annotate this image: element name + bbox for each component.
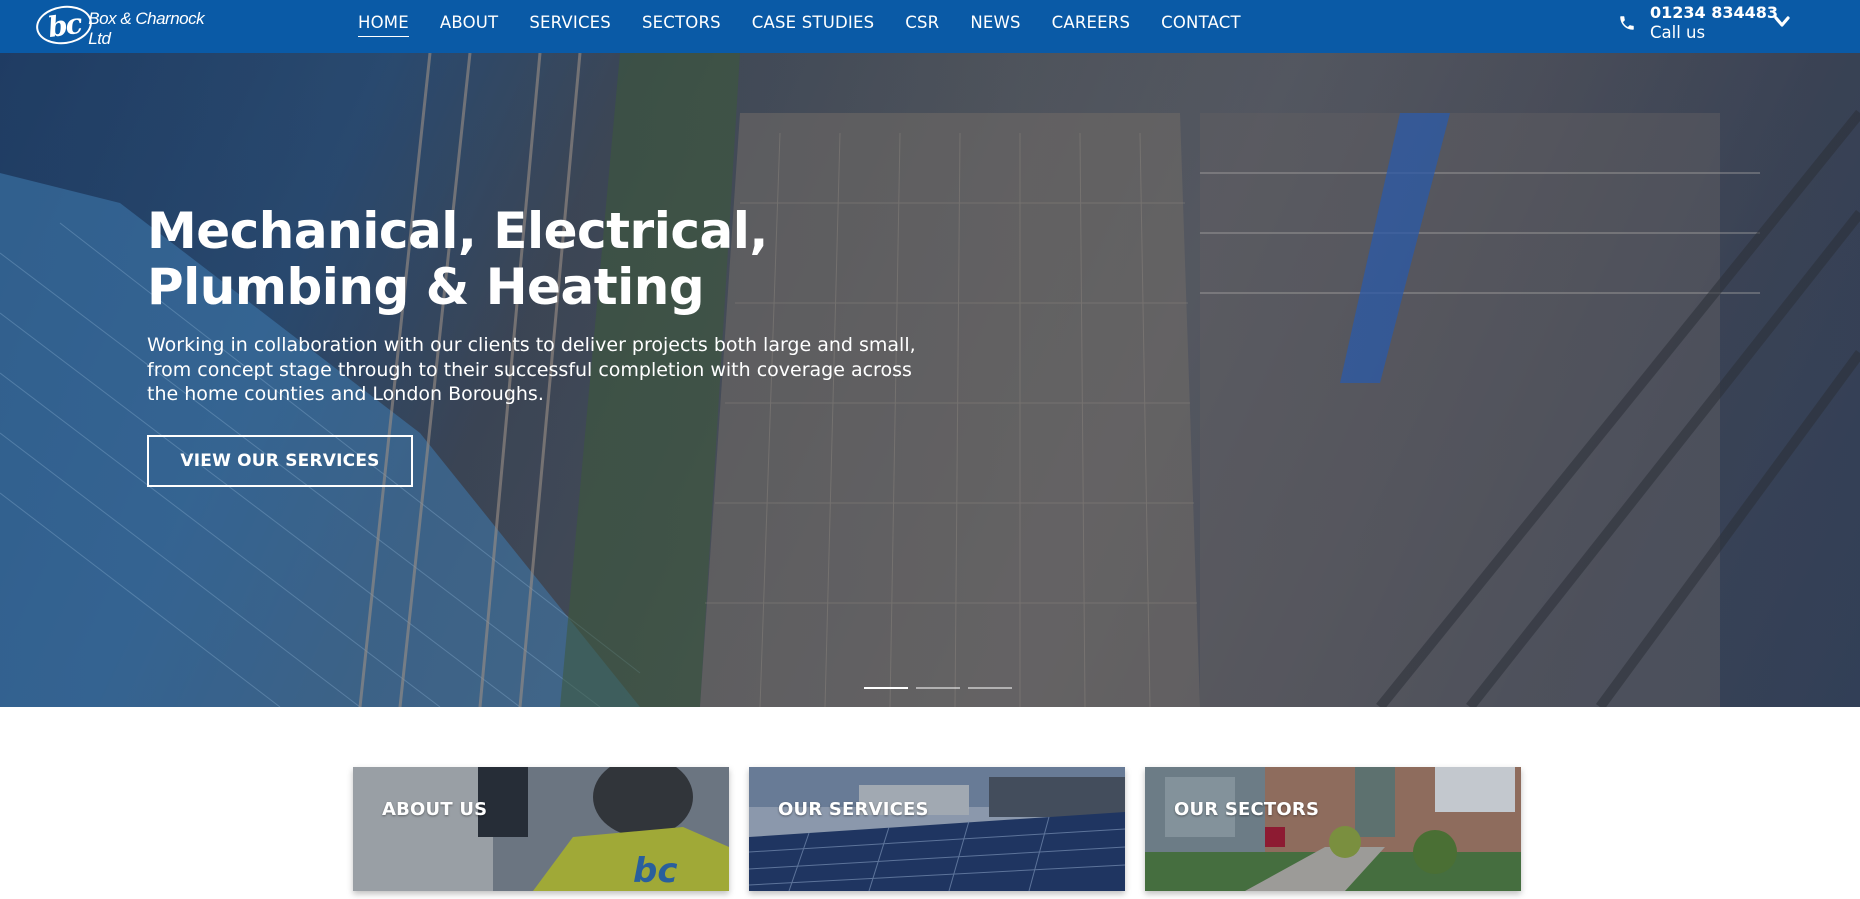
hero-title-line-2: Plumbing & Heating (147, 258, 705, 316)
main-nav: HOME ABOUT SERVICES SECTORS CASE STUDIES… (358, 0, 1272, 45)
card-our-services-image (749, 767, 1125, 891)
hero-banner: Mechanical, Electrical, Plumbing & Heati… (0, 53, 1860, 707)
nav-item-news[interactable]: NEWS (970, 13, 1020, 32)
company-logo[interactable]: bc Box & Charnock Ltd (33, 2, 226, 48)
nav-item-csr[interactable]: CSR (905, 13, 939, 32)
hero-subtitle: Working in collaboration with our client… (147, 333, 947, 407)
view-our-services-button[interactable]: VIEW OUR SERVICES (147, 435, 413, 487)
card-our-services[interactable]: OUR SERVICES (749, 767, 1125, 891)
nav-item-home[interactable]: HOME (358, 13, 409, 37)
chevron-down-icon[interactable] (1774, 15, 1790, 29)
logo-text: Box & Charnock Ltd (88, 9, 205, 48)
phone-label: Call us (1650, 23, 1706, 42)
hero-subtitle-line-1: Working in collaboration with our client… (147, 334, 916, 356)
card-our-sectors-image (1145, 767, 1521, 891)
nav-item-careers[interactable]: CAREERS (1052, 13, 1130, 32)
nav-item-about[interactable]: ABOUT (440, 13, 498, 32)
phone-icon (1620, 16, 1634, 30)
phone-contact[interactable]: 01234 834483 Call us (1618, 3, 1778, 43)
site-header: bc Box & Charnock Ltd HOME ABOUT SERVICE… (0, 0, 1860, 53)
phone-number: 01234 834483 (1650, 3, 1779, 22)
nav-item-sectors[interactable]: SECTORS (642, 13, 721, 32)
card-our-services-label: OUR SERVICES (778, 799, 929, 820)
hero-subtitle-line-3: the home counties and London Boroughs. (147, 383, 544, 405)
nav-item-contact[interactable]: CONTACT (1161, 13, 1241, 32)
card-about-us[interactable]: bc ABOUT US (353, 767, 729, 891)
card-about-us-image: bc (353, 767, 729, 891)
slider-dot-1[interactable] (864, 687, 908, 689)
slider-pagination (864, 687, 1012, 689)
logo-mark: bc (33, 2, 95, 48)
nav-item-services[interactable]: SERVICES (529, 13, 611, 32)
card-our-sectors-label: OUR SECTORS (1174, 799, 1320, 820)
nav-item-case-studies[interactable]: CASE STUDIES (752, 13, 874, 32)
slider-dot-2[interactable] (916, 687, 960, 689)
hero-title: Mechanical, Electrical, Plumbing & Heati… (147, 203, 867, 315)
hero-subtitle-line-2: from concept stage through to their succ… (147, 358, 912, 381)
card-about-us-label: ABOUT US (382, 799, 488, 820)
card-our-sectors[interactable]: OUR SECTORS (1145, 767, 1521, 891)
hero-title-line-1: Mechanical, Electrical, (147, 202, 768, 260)
slider-dot-3[interactable] (968, 687, 1012, 689)
feature-cards: bc ABOUT US OUR SERVICES OUR SECTORS (353, 767, 1521, 891)
